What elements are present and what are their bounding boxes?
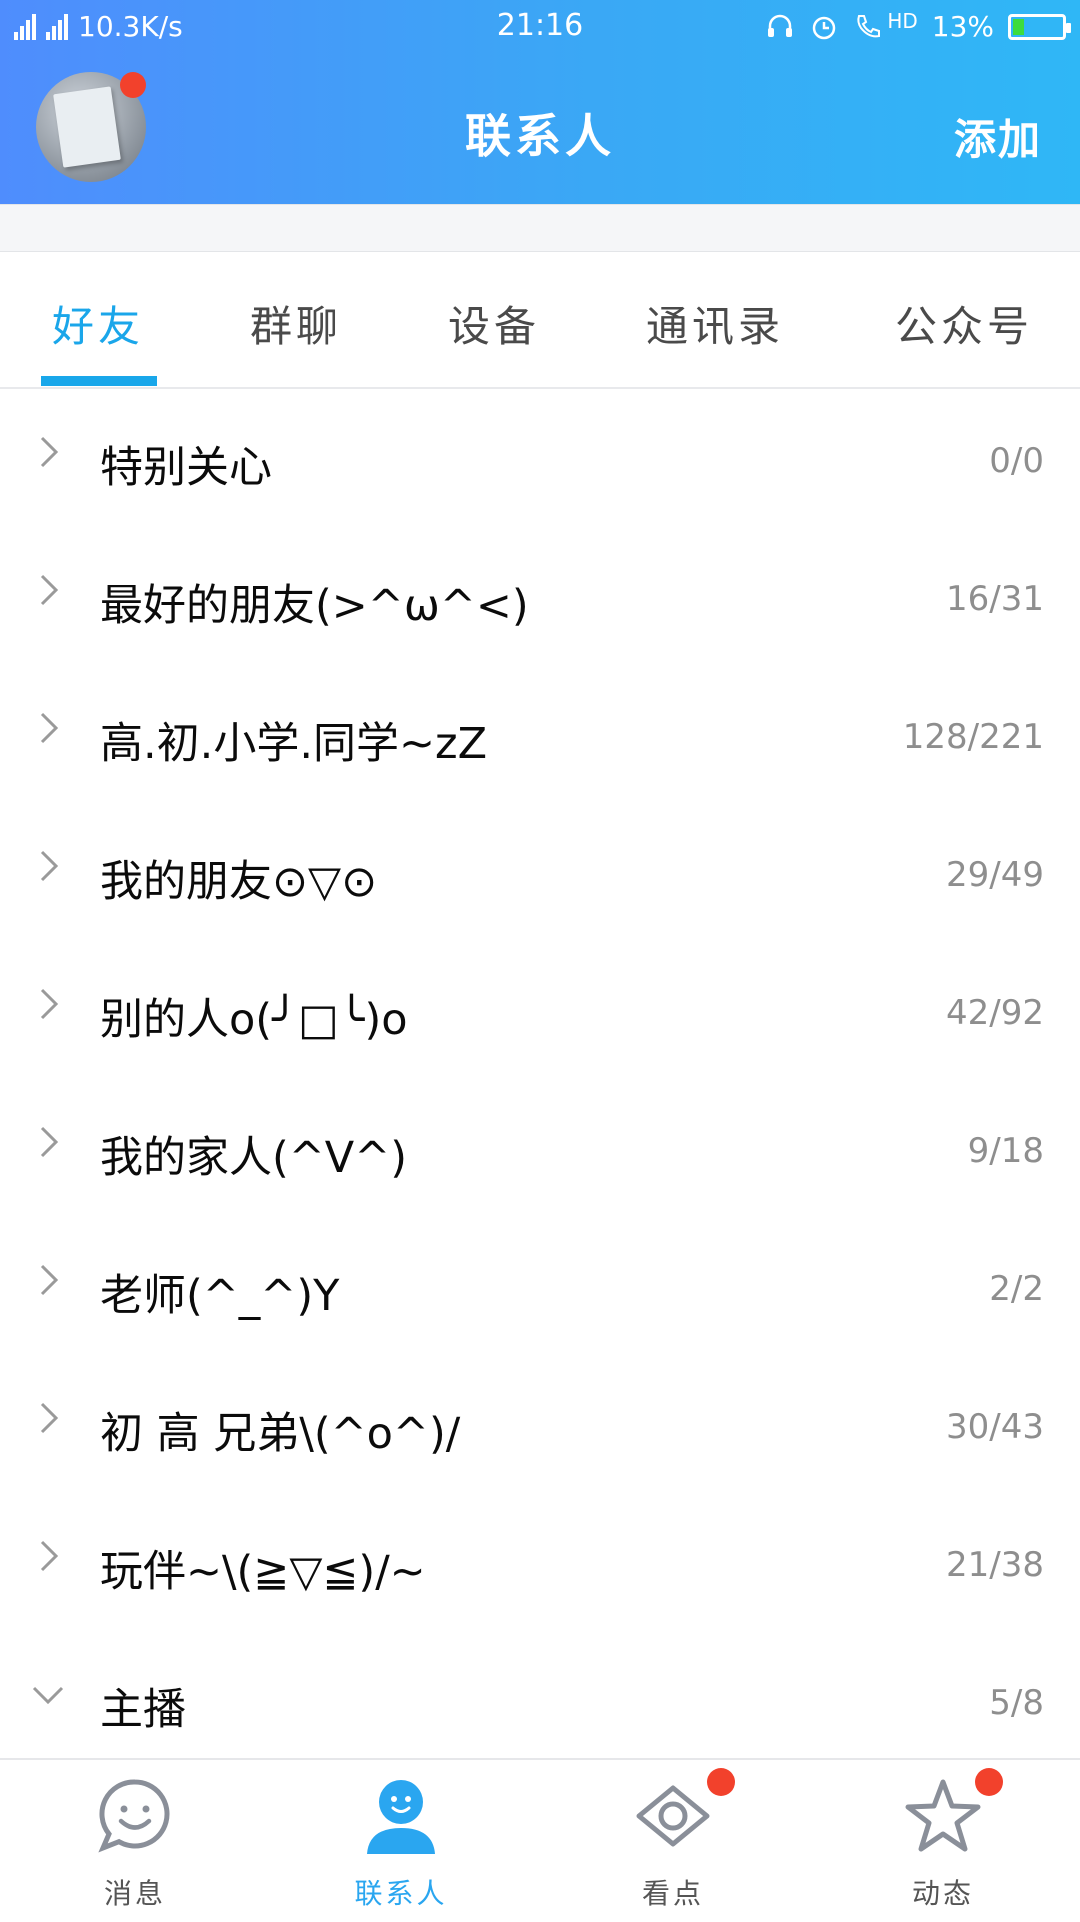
hd-call-icon — [857, 14, 881, 37]
friend-group-row[interactable]: 初 高 兄弟\(^o^)/ 30/43 — [0, 1355, 1080, 1493]
friend-group-row[interactable]: 我的朋友⊙▽⊙ 29/49 — [0, 803, 1080, 941]
tab-address-book[interactable]: 通讯录 — [646, 293, 784, 354]
group-count: 0/0 — [989, 441, 1044, 481]
nav-label: 联系人 — [354, 1877, 448, 1910]
chevron-right-icon — [40, 1264, 59, 1296]
chevron-right-icon — [40, 712, 59, 744]
nav-label: 看点 — [641, 1877, 704, 1910]
group-name: 主播 — [100, 1685, 186, 1735]
group-name: 我的朋友⊙▽⊙ — [100, 857, 378, 907]
friend-group-row[interactable]: 老师(^_^)Y 2/2 — [0, 1217, 1080, 1355]
battery-icon — [1008, 13, 1071, 40]
nav-messages[interactable]: 消息 — [45, 1760, 225, 1922]
group-count: 5/8 — [989, 1683, 1044, 1723]
add-button[interactable]: 添加 — [954, 106, 1042, 167]
friend-group-row[interactable]: 玩伴~\(≧▽≦)/~ 21/38 — [0, 1493, 1080, 1631]
group-count: 30/43 — [946, 1407, 1044, 1447]
group-count: 2/2 — [989, 1269, 1044, 1309]
notification-dot — [120, 72, 146, 98]
group-name: 初 高 兄弟\(^o^)/ — [100, 1409, 461, 1459]
headset-icon — [768, 14, 793, 37]
chevron-right-icon — [40, 1126, 59, 1158]
group-count: 128/221 — [902, 717, 1044, 757]
star-icon — [905, 1779, 981, 1852]
tab-groups[interactable]: 群聊 — [250, 293, 342, 354]
tab-devices[interactable]: 设备 — [448, 293, 540, 354]
alarm-icon — [813, 16, 836, 39]
group-count: 42/92 — [946, 993, 1044, 1033]
nav-contacts[interactable]: 联系人 — [311, 1760, 491, 1922]
friend-group-row[interactable]: 我的家人(^V^) 9/18 — [0, 1079, 1080, 1217]
eye-icon — [636, 1785, 710, 1847]
notification-dot — [975, 1768, 1003, 1796]
page-title: 联系人 — [465, 109, 615, 163]
group-name: 特别关心 — [100, 443, 272, 493]
group-count: 29/49 — [946, 855, 1044, 895]
contact-tabs: 好友 群聊 设备 通讯录 公众号 — [0, 251, 1080, 389]
nav-discover[interactable]: 看点 — [583, 1760, 763, 1922]
chevron-right-icon — [40, 850, 59, 882]
group-count: 9/18 — [967, 1131, 1044, 1171]
nav-label: 动态 — [911, 1877, 974, 1910]
friend-group-row[interactable]: 主播 5/8 — [0, 1631, 1080, 1769]
group-name: 最好的朋友(>^ω^<) — [100, 581, 529, 631]
status-bar: 10.3K/s 21:16 HD 13% — [0, 0, 1080, 60]
group-count: 21/38 — [946, 1545, 1044, 1585]
group-count: 16/31 — [946, 579, 1044, 619]
chevron-down-icon — [32, 1686, 64, 1705]
chevron-right-icon — [40, 1402, 59, 1434]
tab-friends[interactable]: 好友 — [52, 293, 144, 354]
battery-percent: 13% — [931, 10, 994, 43]
search-band — [0, 204, 1080, 252]
chevron-right-icon — [40, 1540, 59, 1572]
active-tab-indicator — [41, 376, 157, 386]
friend-group-row[interactable]: 别的人o(╯□╰)o 42/92 — [0, 941, 1080, 1079]
group-name: 高.初.小学.同学~zZ — [100, 719, 488, 769]
bottom-nav: 消息 联系人 看点 动态 — [0, 1758, 1080, 1922]
friend-group-row[interactable]: 最好的朋友(>^ω^<) 16/31 — [0, 527, 1080, 665]
person-icon — [367, 1780, 435, 1854]
friend-group-row[interactable]: 高.初.小学.同学~zZ 128/221 — [0, 665, 1080, 803]
notification-dot — [707, 1768, 735, 1796]
group-name: 玩伴~\(≧▽≦)/~ — [100, 1547, 426, 1597]
app-header: 10.3K/s 21:16 HD 13% 联系人 添加 — [0, 0, 1080, 204]
status-right: HD 13% — [765, 8, 1071, 43]
group-name: 我的家人(^V^) — [100, 1133, 408, 1183]
group-name: 老师(^_^)Y — [100, 1271, 340, 1321]
chevron-right-icon — [40, 574, 59, 606]
hd-label: HD — [887, 8, 918, 33]
nav-moments[interactable]: 动态 — [853, 1760, 1033, 1922]
smile-bubble-icon — [98, 1779, 170, 1853]
nav-label: 消息 — [103, 1877, 166, 1910]
group-name: 别的人o(╯□╰)o — [100, 995, 408, 1045]
chevron-right-icon — [40, 988, 59, 1020]
friend-group-row[interactable]: 特别关心 0/0 — [0, 389, 1080, 527]
tab-official-accounts[interactable]: 公众号 — [895, 293, 1033, 354]
friend-group-list: 特别关心 0/0 最好的朋友(>^ω^<) 16/31 高.初.小学.同学~zZ… — [0, 389, 1080, 1769]
chevron-right-icon — [40, 436, 59, 468]
